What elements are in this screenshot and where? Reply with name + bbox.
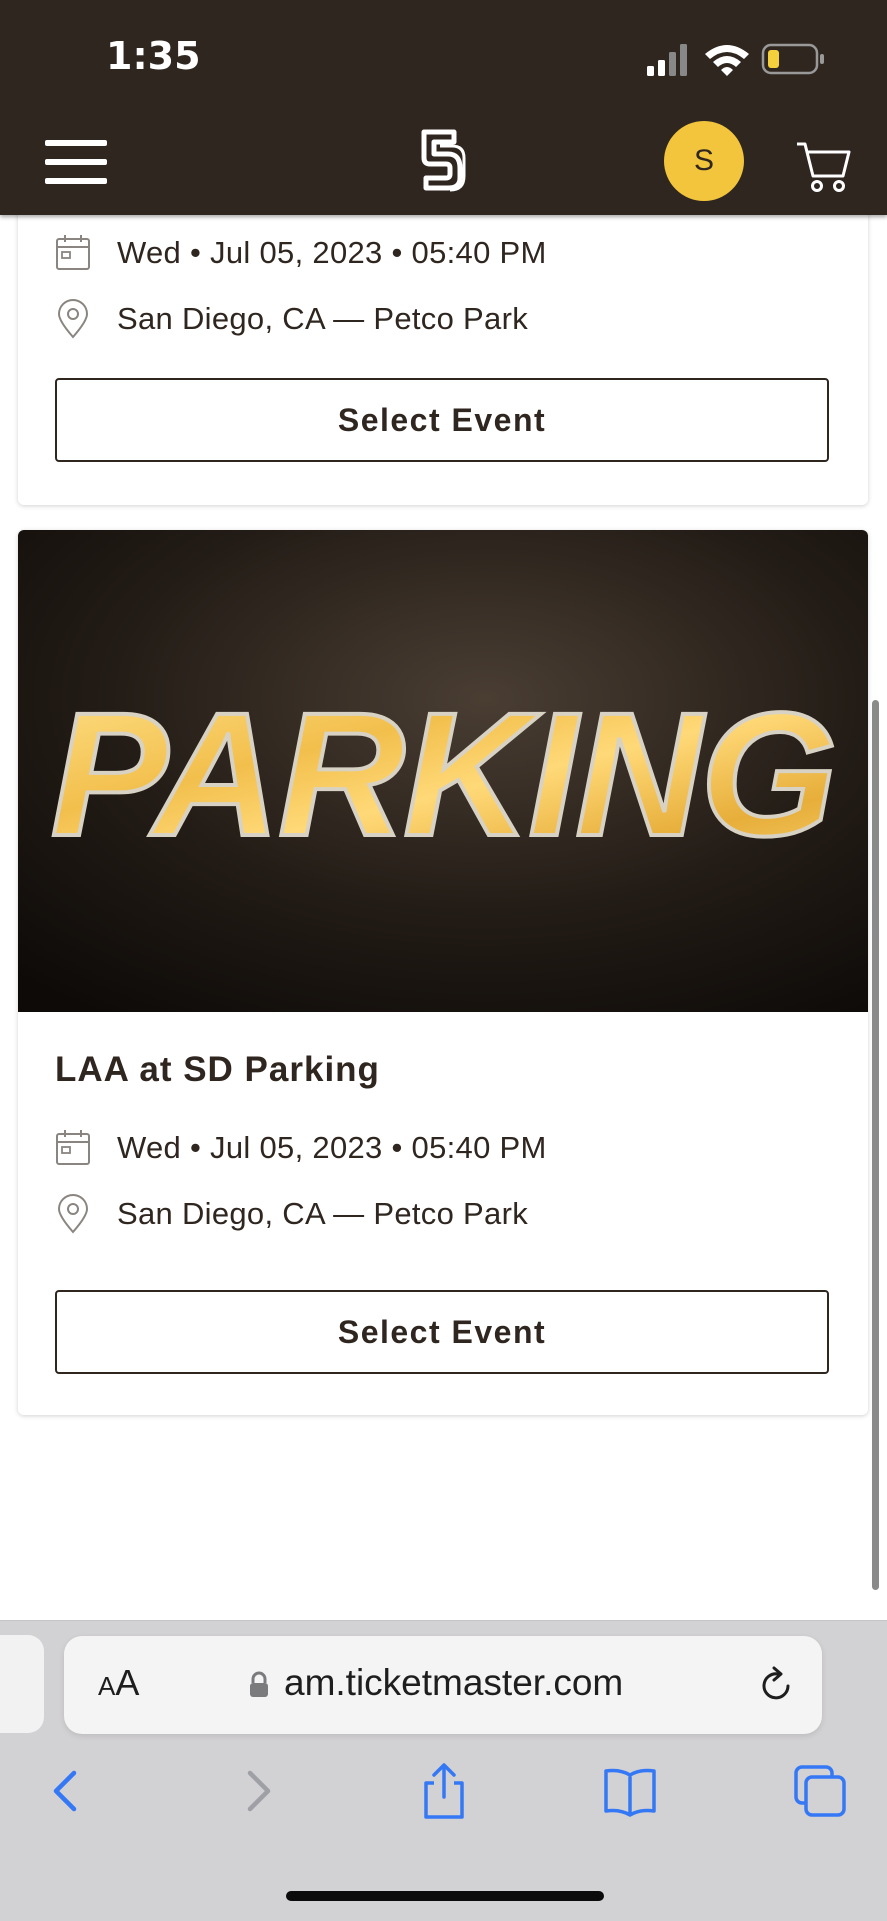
user-avatar[interactable]: S	[664, 121, 744, 201]
event-date: Wed • Jul 05, 2023 • 05:40 PM	[117, 235, 547, 270]
location-pin-icon	[57, 299, 89, 339]
event-date: Wed • Jul 05, 2023 • 05:40 PM	[117, 1130, 547, 1165]
padres-logo[interactable]	[418, 128, 468, 192]
parking-image-text: PARKING	[51, 677, 836, 873]
share-icon[interactable]	[414, 1761, 474, 1821]
event-image[interactable]: PARKING	[18, 530, 868, 1012]
cellular-signal-icon	[647, 44, 687, 76]
event-location: San Diego, CA — Petco Park	[117, 1196, 528, 1231]
location-pin-icon	[57, 1194, 89, 1234]
menu-button[interactable]	[45, 140, 107, 184]
browser-toolbar: AA am.ticketmaster.com	[0, 1620, 887, 1921]
event-date-row: Wed • Jul 05, 2023 • 05:40 PM	[55, 233, 547, 273]
bookmarks-icon[interactable]	[600, 1761, 660, 1821]
event-card: Wed • Jul 05, 2023 • 05:40 PM San Diego,…	[18, 215, 868, 505]
previous-tab-preview[interactable]	[0, 1635, 44, 1733]
select-event-button[interactable]: Select Event	[55, 1290, 829, 1374]
address-bar[interactable]: AA am.ticketmaster.com	[64, 1636, 822, 1734]
event-title: LAA at SD Parking	[55, 1050, 380, 1089]
event-date-row: Wed • Jul 05, 2023 • 05:40 PM	[55, 1128, 547, 1168]
scrollbar[interactable]	[872, 700, 879, 1590]
back-icon[interactable]	[36, 1761, 96, 1821]
event-location-row: San Diego, CA — Petco Park	[55, 299, 528, 339]
top-navigation-bar: 1:35 S	[0, 0, 887, 215]
event-location: San Diego, CA — Petco Park	[117, 301, 528, 336]
battery-icon	[761, 43, 824, 75]
forward-icon[interactable]	[228, 1761, 288, 1821]
home-indicator	[286, 1891, 604, 1901]
event-location-row: San Diego, CA — Petco Park	[55, 1194, 528, 1234]
calendar-icon	[56, 1130, 90, 1165]
text-size-button[interactable]: AA	[98, 1662, 139, 1704]
tabs-icon[interactable]	[790, 1761, 850, 1821]
status-time: 1:35	[106, 34, 201, 78]
event-list[interactable]: Wed • Jul 05, 2023 • 05:40 PM San Diego,…	[0, 215, 887, 1620]
reload-icon[interactable]	[758, 1666, 794, 1704]
cart-icon[interactable]	[795, 138, 851, 194]
status-icons	[647, 43, 824, 76]
calendar-icon	[56, 235, 90, 270]
select-event-button[interactable]: Select Event	[55, 378, 829, 462]
event-card: PARKING LAA at SD Parking Wed • Jul 05, …	[18, 530, 868, 1415]
wifi-icon	[705, 45, 749, 76]
lock-icon	[250, 1671, 268, 1697]
parking-banner-image: PARKING	[18, 530, 868, 1012]
url-text[interactable]: am.ticketmaster.com	[284, 1662, 623, 1704]
